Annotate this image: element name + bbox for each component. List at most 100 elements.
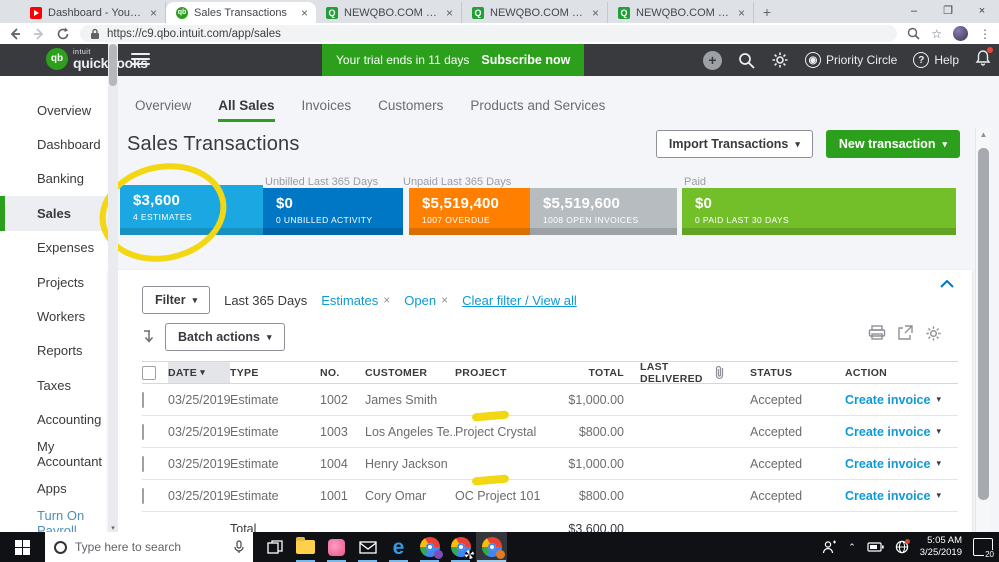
search-icon[interactable] <box>738 52 755 69</box>
select-all-checkbox[interactable] <box>142 365 156 380</box>
network-icon[interactable] <box>895 539 910 554</box>
browser-tab-newqbo-1[interactable]: Q NEWQBO.COM – QuickBooks On × <box>316 2 462 23</box>
money-bar-segment-paid[interactable]: $0 0 PAID LAST 30 DAYS <box>682 188 956 235</box>
content-scrollbar[interactable]: ▲ <box>975 128 990 532</box>
zoom-icon[interactable] <box>907 27 920 40</box>
gear-icon[interactable] <box>771 51 789 69</box>
file-explorer-icon[interactable] <box>290 532 321 562</box>
tab-close-icon[interactable]: × <box>446 6 453 20</box>
create-invoice-link[interactable]: Create invoice <box>845 425 930 439</box>
row-checkbox[interactable] <box>142 423 144 440</box>
tab-close-icon[interactable]: × <box>150 6 157 20</box>
batch-actions-button[interactable]: Batch actions ▾ <box>165 323 285 351</box>
action-dropdown-icon[interactable]: ▾ <box>936 490 941 501</box>
tab-invoices[interactable]: Invoices <box>302 98 352 122</box>
action-dropdown-icon[interactable]: ▾ <box>936 394 941 405</box>
sidebar-item-expenses[interactable]: Expenses <box>0 231 108 265</box>
clear-filter-link[interactable]: Clear filter / View all <box>462 293 577 308</box>
money-bar-segment-open-invoices[interactable]: $5,519,600 1008 OPEN INVOICES <box>530 188 677 235</box>
action-dropdown-icon[interactable]: ▾ <box>936 458 941 469</box>
minimize-button[interactable]: – <box>897 0 931 23</box>
header-status[interactable]: STATUS <box>740 362 835 383</box>
quick-create-icon[interactable]: + <box>702 50 722 70</box>
sidebar-item-banking[interactable]: Banking <box>0 162 108 196</box>
help-menu[interactable]: ? Help <box>913 52 959 68</box>
chrome-profile-2-icon[interactable] <box>445 532 476 562</box>
print-icon[interactable] <box>868 325 886 341</box>
table-row[interactable]: 03/25/2019 Estimate 1001 Cory Omar OC Pr… <box>142 480 958 512</box>
create-invoice-link[interactable]: Create invoice <box>845 457 930 471</box>
action-dropdown-icon[interactable]: ▾ <box>936 426 941 437</box>
header-project[interactable]: PROJECT <box>455 362 555 383</box>
sidebar-item-projects[interactable]: Projects <box>0 265 108 299</box>
collapse-chevron-icon[interactable] <box>940 280 954 288</box>
table-settings-gear-icon[interactable] <box>925 325 942 342</box>
sidebar-item-taxes[interactable]: Taxes <box>0 368 108 402</box>
sidebar-item-my-accountant[interactable]: My Accountant <box>0 437 108 471</box>
money-bar-segment-unbilled[interactable]: $0 0 UNBILLED ACTIVITY <box>263 188 403 235</box>
sidebar-item-workers[interactable]: Workers <box>0 299 108 333</box>
battery-icon[interactable] <box>867 541 884 553</box>
back-icon[interactable] <box>8 27 22 41</box>
import-transactions-button[interactable]: Import Transactions ▾ <box>655 130 813 158</box>
priority-circle[interactable]: ◉ Priority Circle <box>804 52 897 68</box>
sidebar-item-reports[interactable]: Reports <box>0 334 108 368</box>
table-row[interactable]: 03/25/2019 Estimate 1004 Henry Jackson $… <box>142 448 958 486</box>
scroll-up-icon[interactable]: ▲ <box>976 130 991 139</box>
browser-tab-youtube[interactable]: Dashboard - YouTube × <box>20 2 166 23</box>
row-checkbox[interactable] <box>142 455 144 472</box>
forward-icon[interactable] <box>32 27 46 41</box>
money-bar-segment-estimates[interactable]: $3,600 4 ESTIMATES <box>120 185 263 235</box>
money-bar-segment-overdue[interactable]: $5,519,400 1007 OVERDUE <box>409 188 530 235</box>
header-action[interactable]: ACTION <box>835 362 948 383</box>
sidebar-item-accounting[interactable]: Accounting <box>0 403 108 437</box>
chrome-profile-1-icon[interactable] <box>414 532 445 562</box>
sidebar-item-overview[interactable]: Overview <box>0 93 108 127</box>
hamburger-menu-icon[interactable] <box>131 53 150 68</box>
taskbar-clock[interactable]: 5:05 AM 3/25/2019 <box>920 535 962 559</box>
export-icon[interactable] <box>897 325 914 341</box>
sidebar-item-sales[interactable]: Sales <box>0 196 108 231</box>
create-invoice-link[interactable]: Create invoice <box>845 489 930 503</box>
browser-tab-newqbo-2[interactable]: Q NEWQBO.COM – QuickBooks On × <box>462 2 608 23</box>
notifications-bell-icon[interactable] <box>975 47 993 71</box>
filter-chip-open[interactable]: Open × <box>404 293 448 308</box>
remove-filter-icon[interactable]: × <box>383 293 390 307</box>
tab-close-icon[interactable]: × <box>301 6 308 20</box>
edge-browser-icon[interactable]: e <box>383 532 414 562</box>
filter-chip-estimates[interactable]: Estimates × <box>321 293 390 308</box>
chrome-profile-3-icon[interactable] <box>476 532 507 562</box>
tab-all-sales[interactable]: All Sales <box>218 98 275 122</box>
row-checkbox[interactable] <box>142 391 144 408</box>
subscribe-now-button[interactable]: Subscribe now <box>481 53 570 67</box>
bookmark-star-icon[interactable]: ☆ <box>931 27 942 41</box>
new-transaction-button[interactable]: New transaction ▾ <box>825 130 960 158</box>
refresh-icon[interactable] <box>56 27 70 41</box>
start-button[interactable] <box>0 532 45 562</box>
create-invoice-link[interactable]: Create invoice <box>845 393 930 407</box>
header-total[interactable]: TOTAL <box>555 362 630 383</box>
snip-sketch-icon[interactable] <box>321 532 352 562</box>
tab-products-services[interactable]: Products and Services <box>470 98 605 122</box>
new-tab-button[interactable]: + <box>754 2 780 23</box>
profile-avatar[interactable] <box>953 26 968 41</box>
browser-menu-icon[interactable]: ⋮ <box>979 27 991 41</box>
remove-filter-icon[interactable]: × <box>441 293 448 307</box>
tab-close-icon[interactable]: × <box>738 6 745 20</box>
table-row[interactable]: 03/25/2019 Estimate 1002 James Smith $1,… <box>142 384 958 422</box>
filter-button[interactable]: Filter ▾ <box>142 286 211 314</box>
header-no[interactable]: NO. <box>320 362 365 383</box>
close-button[interactable]: × <box>965 0 999 23</box>
sidebar-item-dashboard[interactable]: Dashboard <box>0 127 108 161</box>
address-bar[interactable]: https://c9.qbo.intuit.com/app/sales <box>80 25 898 42</box>
tab-overview[interactable]: Overview <box>135 98 191 122</box>
scroll-down-icon[interactable]: ▾ <box>108 524 118 532</box>
mail-icon[interactable] <box>352 532 383 562</box>
sidebar-item-apps[interactable]: Apps <box>0 471 108 505</box>
tab-customers[interactable]: Customers <box>378 98 443 122</box>
header-date[interactable]: DATE ▾ <box>168 362 230 383</box>
header-customer[interactable]: CUSTOMER <box>365 362 455 383</box>
tray-expand-icon[interactable]: ⌃ <box>848 542 856 553</box>
microphone-icon[interactable] <box>234 540 244 554</box>
people-icon[interactable] <box>822 540 837 554</box>
